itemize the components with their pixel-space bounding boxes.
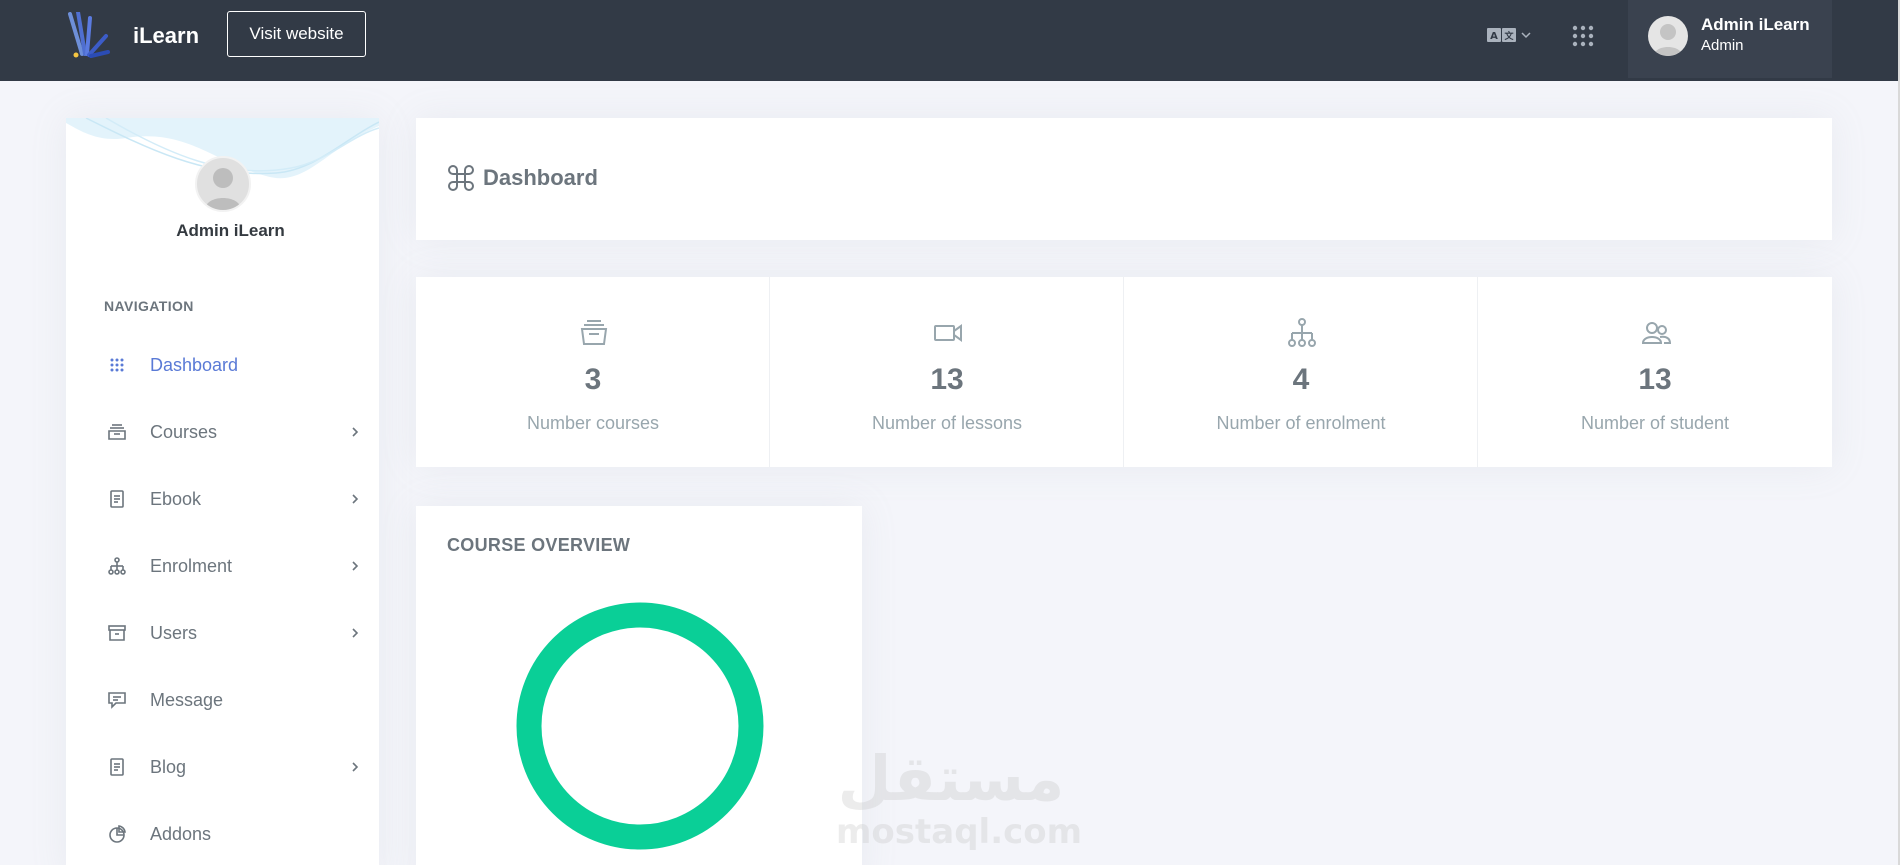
user-silhouette-icon bbox=[1654, 24, 1682, 56]
sidebar-item-label: Enrolment bbox=[150, 555, 233, 576]
hierarchy-icon bbox=[106, 555, 128, 577]
sidebar-item-label: Users bbox=[150, 622, 198, 643]
chevron-right-icon bbox=[352, 494, 359, 504]
sidebar-item-addons[interactable]: Addons bbox=[106, 819, 346, 849]
archive-icon bbox=[106, 622, 128, 644]
ilearn-logo-icon[interactable] bbox=[64, 12, 110, 60]
users-icon bbox=[1641, 322, 1672, 344]
language-switcher[interactable]: A 文 bbox=[1487, 24, 1537, 46]
chevron-down-icon bbox=[1521, 32, 1531, 39]
brand-name[interactable]: iLearn bbox=[133, 23, 199, 49]
sidebar-user-name[interactable]: Admin iLearn bbox=[66, 221, 379, 241]
translate-icon: A 文 bbox=[1487, 28, 1516, 42]
sidebar-item-message[interactable]: Message bbox=[106, 685, 346, 715]
user-role: Admin bbox=[1701, 37, 1744, 54]
stat-lessons: 13 Number of lessons bbox=[770, 277, 1124, 467]
sidebar-item-ebook[interactable]: Ebook bbox=[106, 484, 359, 514]
chevron-right-icon bbox=[352, 561, 359, 571]
stat-value: 13 bbox=[930, 363, 964, 396]
inbox-icon bbox=[580, 320, 608, 345]
document-icon bbox=[106, 488, 128, 510]
svg-text:A: A bbox=[1490, 31, 1498, 42]
sidebar: Admin iLearn NAVIGATION Dashboard Course… bbox=[66, 118, 379, 865]
user-silhouette-icon bbox=[205, 168, 241, 210]
course-overview-card: COURSE OVERVIEW bbox=[416, 506, 862, 865]
course-overview-donut[interactable] bbox=[515, 601, 765, 851]
sidebar-item-blog[interactable]: Blog bbox=[106, 752, 359, 782]
sidebar-avatar[interactable] bbox=[195, 156, 251, 212]
sidebar-item-label: Addons bbox=[150, 823, 212, 844]
stat-students: 13 Number of student bbox=[1478, 277, 1832, 467]
user-name: Admin iLearn bbox=[1701, 15, 1810, 34]
avatar bbox=[1648, 16, 1688, 56]
stat-value: 13 bbox=[1638, 363, 1672, 396]
stat-courses: 3 Number courses bbox=[416, 277, 770, 467]
stat-value: 3 bbox=[584, 363, 602, 396]
sidebar-item-label: Ebook bbox=[150, 488, 202, 509]
hierarchy-icon bbox=[1288, 318, 1316, 347]
sidebar-item-enrolment[interactable]: Enrolment bbox=[106, 551, 359, 581]
stat-label: Number of enrolment bbox=[1216, 413, 1386, 433]
sidebar-item-label: Message bbox=[150, 689, 224, 710]
inbox-icon bbox=[106, 421, 128, 443]
chevron-right-icon bbox=[352, 762, 359, 772]
sidebar-item-label: Dashboard bbox=[150, 354, 239, 375]
video-icon bbox=[934, 324, 962, 342]
mostaql-watermark: مستقل mostaql.com bbox=[836, 742, 1083, 852]
document-icon bbox=[106, 756, 128, 778]
sidebar-item-label: Blog bbox=[150, 756, 187, 777]
stat-label: Number of student bbox=[1580, 413, 1730, 433]
user-menu[interactable]: Admin iLearn Admin bbox=[1628, 0, 1832, 78]
topbar: iLearn Visit website A 文 Admin iLearn Ad… bbox=[0, 0, 1900, 81]
stat-label: Number of lessons bbox=[871, 413, 1023, 433]
donut-ring[interactable] bbox=[516, 602, 764, 850]
stat-enrolment: 4 Number of enrolment bbox=[1124, 277, 1478, 467]
stats-panel: 3 Number courses 13 Number of lessons 4 … bbox=[416, 277, 1832, 467]
stat-label: Number courses bbox=[526, 413, 660, 433]
card-title: COURSE OVERVIEW bbox=[447, 535, 631, 555]
stat-value: 4 bbox=[1292, 363, 1310, 396]
sidebar-item-dashboard[interactable]: Dashboard bbox=[106, 350, 346, 380]
pie-icon bbox=[106, 823, 128, 845]
dots-grid-icon bbox=[106, 354, 128, 376]
sidebar-item-users[interactable]: Users bbox=[106, 618, 359, 648]
visit-website-button[interactable]: Visit website bbox=[227, 11, 366, 57]
command-icon bbox=[448, 165, 474, 191]
chevron-right-icon bbox=[352, 628, 359, 638]
page-header: Dashboard bbox=[416, 118, 1832, 240]
nav-section-title: NAVIGATION bbox=[104, 298, 194, 314]
chat-icon bbox=[106, 689, 128, 711]
svg-text:文: 文 bbox=[1503, 30, 1514, 42]
apps-grid-icon[interactable] bbox=[1571, 24, 1595, 48]
sidebar-item-label: Courses bbox=[150, 421, 218, 442]
sidebar-item-courses[interactable]: Courses bbox=[106, 417, 359, 447]
watermark-latin: mostaql.com bbox=[836, 812, 1083, 852]
chevron-right-icon bbox=[352, 427, 359, 437]
page-title: Dashboard bbox=[483, 165, 598, 190]
watermark-arabic: مستقل bbox=[837, 742, 1065, 815]
